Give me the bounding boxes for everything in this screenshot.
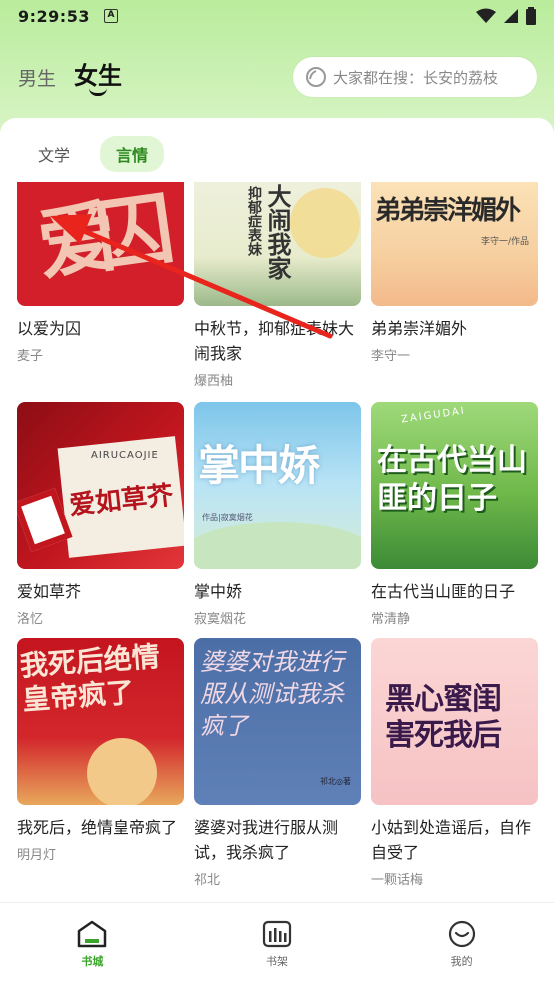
book-cover: 爱囚 xyxy=(17,182,184,306)
cover-subtitle-art: 抑郁症表妹 xyxy=(246,186,262,256)
cover-title-art: 我死后绝情皇帝疯了 xyxy=(18,639,161,717)
nav-profile[interactable]: 我的 xyxy=(402,919,522,969)
tab-male[interactable]: 男生 xyxy=(18,64,56,91)
cover-hill xyxy=(194,522,361,569)
book-card[interactable]: 大闹我家 抑郁症表妹 中秋节，抑郁症表妹大闹我家 爆西柚 xyxy=(194,182,361,402)
wifi-icon xyxy=(476,8,496,23)
search-box[interactable]: 大家都在搜：长安的荔枝 xyxy=(293,57,537,97)
book-grid: 爱囚 以爱为囚 麦子 大闹我家 抑郁症表妹 中秋节，抑郁症表妹大闹我家 爆西柚 … xyxy=(17,182,538,900)
nav-bookshelf-label: 书架 xyxy=(265,954,288,968)
battery-icon xyxy=(526,7,536,25)
cover-title-art: 掌中娇 xyxy=(198,441,320,490)
book-card[interactable]: 爱囚 以爱为囚 麦子 xyxy=(17,182,184,402)
tab-female-label: 女生 xyxy=(74,62,123,90)
category-tabs: 文学 言情 xyxy=(22,136,165,172)
main-panel: 文学 言情 爱囚 以爱为囚 麦子 大闹我家 抑郁症表妹 中秋节，抑郁症表妹大闹我… xyxy=(0,118,554,902)
cover-author-art: 作品|寂寞烟花 xyxy=(202,513,253,522)
search-placeholder: 大家都在搜：长安的荔枝 xyxy=(333,68,499,87)
book-author: 一颗话梅 xyxy=(371,873,424,888)
book-title: 以爱为囚 xyxy=(17,319,82,338)
book-cover: 大闹我家 抑郁症表妹 xyxy=(194,182,361,306)
cover-title-art: 爱囚 xyxy=(32,185,160,292)
cover-moon xyxy=(290,188,360,258)
cover-pinyin-art: AIRUCAOJIE xyxy=(91,450,159,461)
nav-profile-label: 我的 xyxy=(450,954,473,968)
cover-author-art: 李守一/作品 xyxy=(481,237,530,247)
book-title: 爱如草芥 xyxy=(17,582,82,601)
book-cover: 弟弟崇洋媚外 李守一/作品 xyxy=(371,182,538,306)
tab-female[interactable]: 女生 xyxy=(74,56,123,96)
nav-bookstore-label: 书城 xyxy=(81,954,104,968)
cover-author-art: 祁北◎著 xyxy=(320,777,351,786)
cover-pinyin-art: ZAIGUDAI xyxy=(400,405,467,426)
book-cover: 我死后绝情皇帝疯了 xyxy=(17,638,184,805)
book-author: 寂寞烟花 xyxy=(194,612,247,627)
bookstore-icon xyxy=(78,920,107,947)
profile-icon xyxy=(448,920,475,947)
book-card[interactable]: 我死后绝情皇帝疯了 我死后，绝情皇帝疯了 明月灯 xyxy=(17,638,184,900)
book-author: 祁北 xyxy=(194,873,221,888)
notification-icon: A xyxy=(103,9,118,23)
book-cover: 婆婆对我进行服从测试我杀疯了 祁北◎著 xyxy=(194,638,361,805)
book-title: 婆婆对我进行服从测试，我杀疯了 xyxy=(194,818,339,862)
book-card[interactable]: AIRUCAOJIE 爱如草芥 爱如草芥 洛忆 xyxy=(17,402,184,638)
bookshelf-icon xyxy=(262,920,292,947)
book-title: 在古代当山匪的日子 xyxy=(371,582,516,601)
bottom-nav: 书城 书架 我的 xyxy=(0,902,554,984)
book-cover: ZAIGUDAI 在古代当山匪的日子 xyxy=(371,402,538,569)
signal-icon xyxy=(504,9,518,23)
book-author: 李守一 xyxy=(371,349,411,364)
book-title: 小姑到处造谣后，自作自受了 xyxy=(371,818,532,862)
book-title: 弟弟崇洋媚外 xyxy=(371,319,468,338)
cover-title-art: 黑心蜜闺害死我后 xyxy=(385,682,502,753)
book-author: 明月灯 xyxy=(17,848,57,863)
book-author: 爆西柚 xyxy=(194,374,234,389)
book-author: 常清静 xyxy=(371,612,411,627)
cover-title-art: 在古代当山匪的日子 xyxy=(377,443,527,516)
book-title: 掌中娇 xyxy=(194,582,243,601)
book-card[interactable]: 黑心蜜闺害死我后 小姑到处造谣后，自作自受了 一颗话梅 xyxy=(371,638,538,900)
book-author: 麦子 xyxy=(17,349,44,364)
book-title: 中秋节，抑郁症表妹大闹我家 xyxy=(194,319,355,363)
book-card[interactable]: 婆婆对我进行服从测试我杀疯了 祁北◎著 婆婆对我进行服从测试，我杀疯了 祁北 xyxy=(194,638,361,900)
book-cover: 黑心蜜闺害死我后 xyxy=(371,638,538,805)
cover-title-art: 大闹我家 xyxy=(263,184,292,280)
book-title: 我死后，绝情皇帝疯了 xyxy=(17,818,178,837)
status-bar: 9:29:53 A xyxy=(0,0,554,32)
book-cover: 掌中娇 作品|寂寞烟花 xyxy=(194,402,361,569)
cover-moon xyxy=(87,738,157,805)
search-icon xyxy=(305,66,327,88)
book-author: 洛忆 xyxy=(17,612,44,627)
tab-literature[interactable]: 文学 xyxy=(22,136,86,172)
nav-bookshelf[interactable]: 书架 xyxy=(217,919,337,969)
cover-title-art: 婆婆对我进行服从测试我杀疯了 xyxy=(200,648,344,740)
nav-bookstore[interactable]: 书城 xyxy=(32,919,152,969)
gender-tabs: 男生 女生 xyxy=(18,56,123,96)
status-time: 9:29:53 xyxy=(18,6,90,26)
tab-romance[interactable]: 言情 xyxy=(100,136,165,172)
book-card[interactable]: 掌中娇 作品|寂寞烟花 掌中娇 寂寞烟花 xyxy=(194,402,361,638)
book-cover: AIRUCAOJIE 爱如草芥 xyxy=(17,402,184,569)
cover-title-art: 弟弟崇洋媚外 xyxy=(375,196,521,226)
book-card[interactable]: 弟弟崇洋媚外 李守一/作品 弟弟崇洋媚外 李守一 xyxy=(371,182,538,402)
book-card[interactable]: ZAIGUDAI 在古代当山匪的日子 在古代当山匪的日子 常清静 xyxy=(371,402,538,638)
